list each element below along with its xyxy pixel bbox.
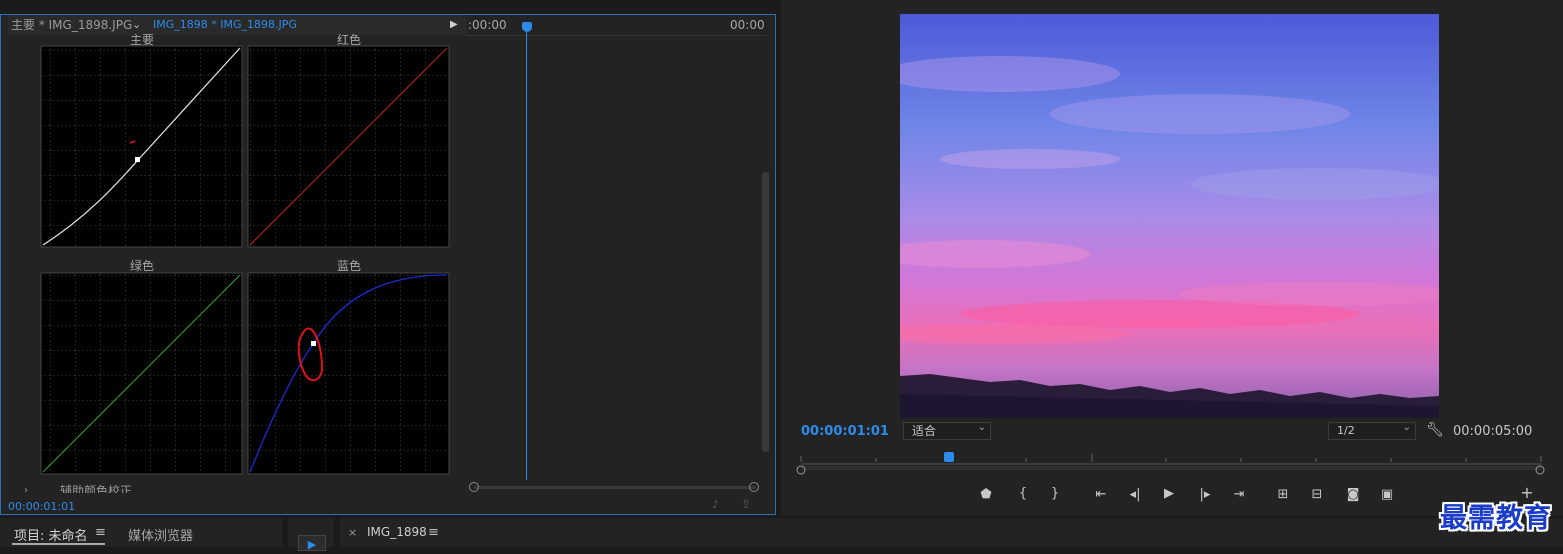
fit-zoom-select[interactable]: 适合 ⌄	[903, 422, 991, 440]
vertical-scrollbar[interactable]	[762, 172, 769, 452]
export-icon[interactable]: ⇪	[741, 497, 751, 511]
playhead[interactable]	[522, 22, 532, 32]
mark-out-icon[interactable]: }	[1045, 486, 1065, 502]
blue-curve-label: 蓝色	[336, 259, 361, 273]
watermark-logo: 最需教育	[1440, 503, 1552, 534]
playhead-line	[526, 32, 527, 480]
tab-media-browser[interactable]: 媒体浏览器	[128, 525, 193, 544]
timeline-ruler	[466, 15, 766, 36]
tab-project[interactable]: 项目: 未命名	[14, 525, 88, 544]
monitor-time-ruler[interactable]	[796, 446, 1548, 476]
close-icon[interactable]: ×	[348, 526, 357, 539]
export-frame-icon[interactable]: ◙	[1343, 487, 1363, 503]
resolution-select[interactable]: 1/2 ⌄	[1328, 422, 1416, 440]
video-preview	[900, 14, 1439, 418]
active-tab-underline	[12, 543, 105, 545]
program-duration: 00:00:05:00	[1453, 424, 1533, 439]
red-curve-graph[interactable]	[247, 45, 450, 248]
blue-curve-graph[interactable]	[247, 272, 450, 475]
go-to-out-icon[interactable]: ⇥	[1229, 487, 1249, 503]
expand-arrow-icon[interactable]: ›	[24, 485, 28, 496]
selection-tool-icon[interactable]: ▶	[298, 535, 326, 551]
menu-icon[interactable]: ≡	[428, 525, 439, 540]
resolution-value: 1/2	[1337, 424, 1355, 437]
tab-sequence[interactable]: IMG_1898	[367, 525, 427, 539]
green-curve-graph[interactable]	[40, 272, 243, 475]
curve-control-point[interactable]	[311, 341, 316, 346]
play-icon[interactable]: ▶	[1159, 486, 1179, 502]
master-curve-graph[interactable]	[40, 45, 243, 248]
audio-solo-icon[interactable]: ♪	[712, 498, 719, 511]
master-curve-label: 主要	[129, 33, 154, 47]
scroll-left-handle[interactable]	[469, 482, 479, 492]
menu-icon[interactable]: ≡	[95, 525, 106, 540]
go-to-in-icon[interactable]: ⇤	[1091, 487, 1111, 503]
horizontal-scroll-track[interactable]	[474, 486, 756, 489]
green-curve-label: 绿色	[129, 259, 154, 273]
timeline-panel	[340, 518, 1563, 547]
program-current-time[interactable]: 00:00:01:01	[801, 424, 889, 439]
lift-icon[interactable]: ⊞	[1273, 487, 1293, 503]
step-back-icon[interactable]: ◂|	[1125, 487, 1145, 503]
scroll-right-handle[interactable]	[749, 482, 759, 492]
mark-in-icon[interactable]: {	[1013, 486, 1033, 502]
step-forward-icon[interactable]: |▸	[1195, 487, 1215, 503]
playhead[interactable]	[944, 452, 954, 462]
fit-zoom-value: 适合	[912, 424, 937, 438]
chevron-down-icon: ⌄	[977, 422, 986, 433]
extract-icon[interactable]: ⊟	[1307, 487, 1327, 503]
chevron-down-icon: ⌄	[1402, 422, 1411, 433]
timecode-start: :00:00	[468, 18, 507, 32]
wrench-icon[interactable]: 🔧︎	[1426, 422, 1444, 438]
timecode-end: 00:00	[730, 18, 765, 32]
secondary-color-correction-label[interactable]: 辅助颜色校正	[60, 484, 132, 493]
marker-icon[interactable]: ⬟	[976, 487, 996, 503]
red-curve-label: 红色	[336, 33, 361, 47]
comparison-view-icon[interactable]: ▣	[1377, 487, 1397, 503]
effect-controls-current-time[interactable]: 00:00:01:01	[8, 500, 75, 513]
curve-control-point[interactable]	[135, 157, 140, 162]
curves-area	[40, 45, 450, 475]
